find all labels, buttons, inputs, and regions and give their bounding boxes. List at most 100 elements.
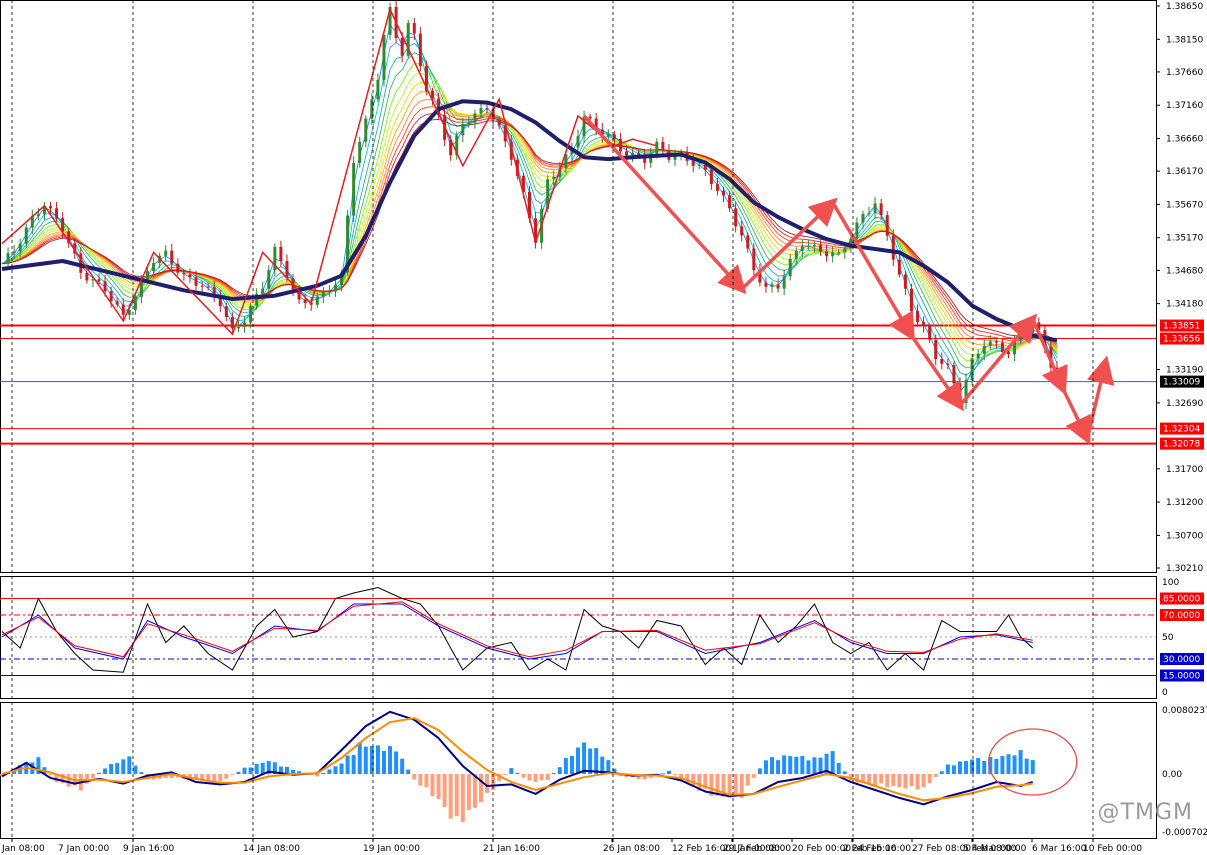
time-tick-label: Jan 08:00 [1,844,45,854]
candle-body [321,292,325,297]
macd-bar [509,768,514,774]
candle-body [909,288,913,311]
macd-bar [224,774,229,779]
macd-bar [867,774,872,784]
time-tick-label: 6 Mar 16:00 [1032,844,1087,854]
price-tag-label: 1.32304 [1163,425,1200,435]
candle-body [740,226,744,236]
macd-bar [351,755,356,774]
candle-body [170,250,174,264]
macd-bar [400,758,405,774]
candle-body [364,118,368,142]
macd-bar [976,757,981,774]
macd-bar [836,762,841,774]
macd-bar [982,760,987,774]
candle-body [230,317,234,329]
candle-body [946,363,950,366]
macd-bar [873,774,878,786]
candle-body [994,341,998,343]
candle-body [400,38,404,56]
macd-bar [363,746,368,774]
macd-bar [879,774,884,784]
candle-body [618,138,622,152]
price-tick-label: 1.38150 [1166,35,1203,45]
price-tick-label: 1.30210 [1166,564,1203,574]
candle-body [794,250,798,259]
macd-bar [327,769,332,774]
osc-level-label: 85.0000 [1163,595,1200,605]
candle-body [194,277,198,286]
macd-bar [66,774,71,787]
macd-bar [539,774,544,781]
candle-body [176,263,180,273]
candle-body [12,251,16,254]
macd-bar [909,774,914,787]
candle-body [867,212,871,214]
macd-bar [527,774,532,781]
macd-bar [388,746,393,774]
macd-bar [115,763,120,774]
macd-tick-label: 0.00 [1162,770,1182,780]
forex-chart[interactable]: 1.38650 1.38150 1.37660 1.37160 1.36660 1.361… [0,0,1207,855]
macd-bar [939,771,944,774]
candle-body [552,176,556,180]
price-tick-label: 1.36170 [1166,167,1203,177]
candle-body [837,252,841,254]
candle-body [352,162,356,216]
candle-body [188,274,192,278]
candle-body [103,281,107,292]
time-tick-label: 14 Jan 08:00 [243,844,300,854]
candle-body [770,284,774,287]
candle-body [982,345,986,354]
candle-body [831,252,835,257]
candle-body [715,184,719,191]
macd-bar [576,747,580,774]
macd-bar [394,751,399,774]
candle-body [697,164,701,166]
macd-bar [485,774,490,793]
candle-body [24,227,28,244]
candle-body [873,203,877,213]
macd-bar [345,755,350,774]
macd-bar [206,774,211,781]
osc-tick-label: 100 [1162,578,1179,588]
candle-body [709,169,713,185]
macd-bar [957,761,962,774]
price-tick-label: 1.38650 [1166,2,1203,12]
macd-bar [1024,758,1029,774]
candle-body [261,288,265,294]
price-tag-label: 1.32078 [1163,440,1200,450]
macd-bar [375,745,380,774]
macd-bar [891,774,896,787]
price-tick-label: 1.37660 [1166,68,1203,78]
candle-body [782,276,786,289]
macd-bar [248,767,253,774]
candle-body [812,245,816,247]
macd-bar [448,774,453,819]
candle-body [121,304,125,315]
candle-body [152,263,156,272]
macd-bar [321,773,326,775]
price-tick-label: 1.36660 [1166,135,1203,145]
macd-bar [660,773,665,775]
price-tick-label: 1.37160 [1166,101,1203,111]
candle-body [473,113,477,123]
candle-body [358,141,362,163]
macd-bar [951,765,956,774]
macd-bar [466,774,471,810]
macd-bar [442,774,447,808]
price-tag-label: 1.33009 [1163,378,1200,388]
candle-body [958,383,962,403]
candle-body [625,151,629,156]
candle-body [303,299,307,304]
osc-level-label: 30.0000 [1163,655,1200,665]
macd-bar [757,768,762,774]
candle-body [606,134,610,137]
macd-bar [945,764,950,774]
candle-body [133,296,137,310]
macd-bar [472,774,477,808]
macd-bar [97,772,102,774]
candle-body [903,274,907,289]
macd-bar [806,760,811,774]
macd-bar [254,763,259,774]
